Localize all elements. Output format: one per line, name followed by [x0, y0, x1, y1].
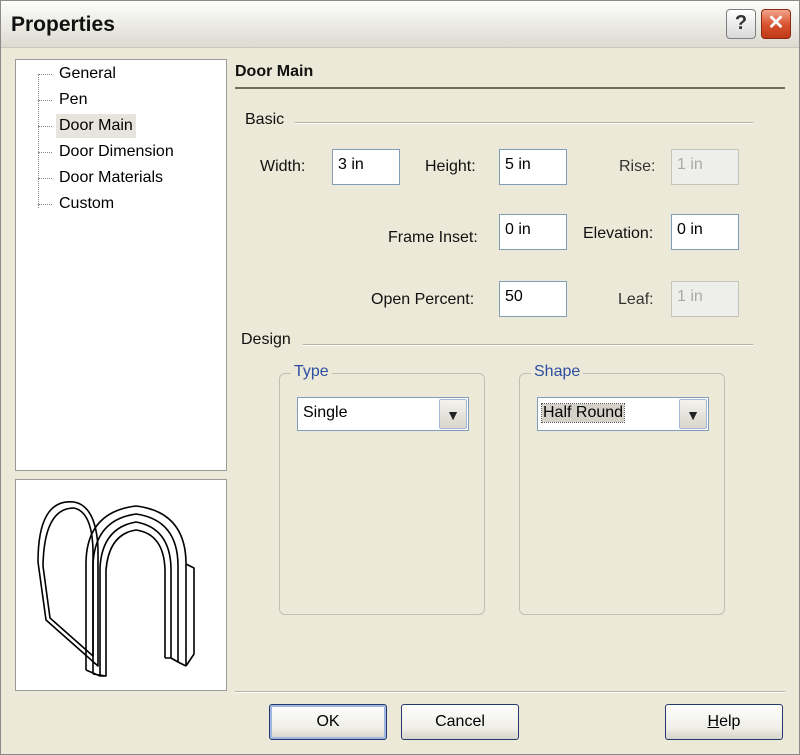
height-input[interactable]: 5 in [499, 149, 567, 185]
ok-button[interactable]: OK [269, 704, 387, 740]
basic-section-label: Basic [245, 111, 285, 128]
shape-select[interactable]: Half Round ▼ [537, 397, 709, 431]
question-mark-icon: ? [734, 12, 748, 34]
frame-inset-input[interactable]: 0 in [499, 214, 567, 250]
height-label: Height: [425, 158, 476, 175]
close-icon: ✕ [767, 12, 785, 34]
type-select[interactable]: Single ▼ [297, 397, 469, 431]
tree-connector [38, 178, 52, 179]
title-bar[interactable]: Properties ? ✕ [1, 1, 799, 48]
tree-connector [38, 152, 52, 153]
leaf-label: Leaf: [618, 291, 654, 308]
open-percent-input[interactable]: 50 [499, 281, 567, 317]
help-title-button[interactable]: ? [726, 9, 756, 39]
width-label: Width: [260, 158, 306, 175]
tree-connector [38, 126, 52, 127]
tree-item-label: Custom [59, 195, 115, 212]
tree-item-label: Door Materials [59, 169, 164, 186]
properties-dialog: Properties ? ✕ General Pen Door Main Doo… [0, 0, 800, 755]
elevation-label: Elevation: [583, 225, 654, 242]
heading-divider [235, 87, 785, 89]
rise-label: Rise: [619, 158, 656, 175]
tree-item-label: Door Dimension [59, 143, 174, 160]
door-preview [15, 479, 227, 691]
door-preview-icon [37, 501, 195, 677]
category-tree[interactable]: General Pen Door Main Door Dimension Doo… [15, 59, 227, 471]
cancel-button[interactable]: Cancel [401, 704, 519, 740]
rise-input: 1 in [671, 149, 739, 185]
tree-connector-line [38, 74, 39, 208]
chevron-down-icon[interactable]: ▼ [679, 399, 707, 429]
dialog-title: Properties [11, 13, 115, 36]
basic-divider [295, 122, 753, 124]
type-select-value: Single [303, 404, 348, 421]
design-section-label: Design [241, 331, 291, 348]
footer-divider [235, 691, 785, 693]
help-button[interactable]: Help [665, 704, 783, 740]
frame-inset-label: Frame Inset: [388, 229, 478, 246]
elevation-input[interactable]: 0 in [671, 214, 739, 250]
type-group-label: Type [291, 363, 332, 381]
leaf-input: 1 in [671, 281, 739, 317]
chevron-down-icon[interactable]: ▼ [439, 399, 467, 429]
tree-item-label: Door Main [56, 114, 136, 138]
tree-connector [38, 74, 52, 75]
open-percent-label: Open Percent: [371, 291, 475, 308]
shape-select-value: Half Round [540, 403, 626, 423]
tree-connector [38, 100, 52, 101]
design-divider [303, 344, 753, 346]
help-label-rest: elp [719, 713, 741, 730]
tree-item-label: Pen [59, 91, 88, 108]
shape-group-label: Shape [531, 363, 584, 381]
width-input[interactable]: 3 in [332, 149, 400, 185]
help-accelerator: H [707, 713, 720, 730]
page-title: Door Main [235, 63, 314, 80]
tree-item-label: General [59, 65, 116, 82]
tree-connector [38, 204, 52, 205]
close-button[interactable]: ✕ [761, 9, 791, 39]
